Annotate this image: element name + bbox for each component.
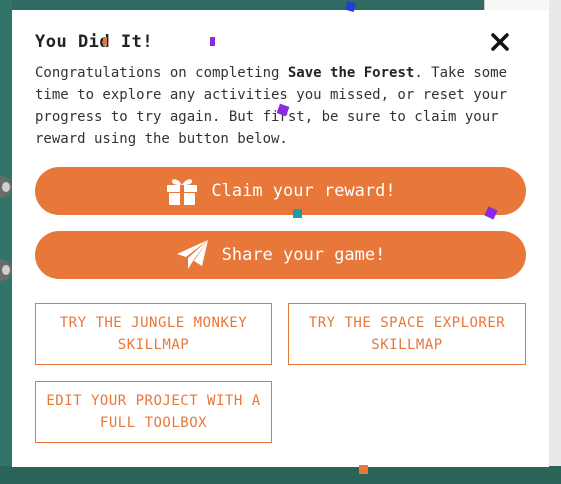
message-prefix: Congratulations on completing [35,65,288,81]
confetti-piece [210,37,215,46]
claim-reward-label: Claim your reward! [211,181,396,201]
close-icon [491,33,509,51]
game-name: Save the Forest [287,65,415,81]
jungle-monkey-skillmap-button[interactable]: TRY THE JUNGLE MONKEY SKILLMAP [35,303,272,365]
space-explorer-skillmap-button[interactable]: TRY THE SPACE EXPLORER SKILLMAP [288,303,526,365]
claim-reward-button[interactable]: Claim your reward! [35,167,526,215]
background-bottom-strip [0,466,561,484]
background-right-panel [549,0,561,484]
confetti-piece [293,209,302,218]
confetti-piece [103,37,107,46]
modal-title: You Did It! [35,32,154,52]
share-game-label: Share your game! [221,245,386,265]
paper-plane-icon [176,240,208,269]
confetti-piece [359,465,368,474]
background-left-panel [0,0,12,484]
close-button[interactable] [488,30,512,54]
completion-modal: You Did It! Congratulations on completin… [12,10,549,467]
edit-project-full-toolbox-button[interactable]: EDIT YOUR PROJECT WITH A FULL TOOLBOX [35,381,272,443]
gift-icon [167,179,198,205]
share-game-button[interactable]: Share your game! [35,231,526,279]
